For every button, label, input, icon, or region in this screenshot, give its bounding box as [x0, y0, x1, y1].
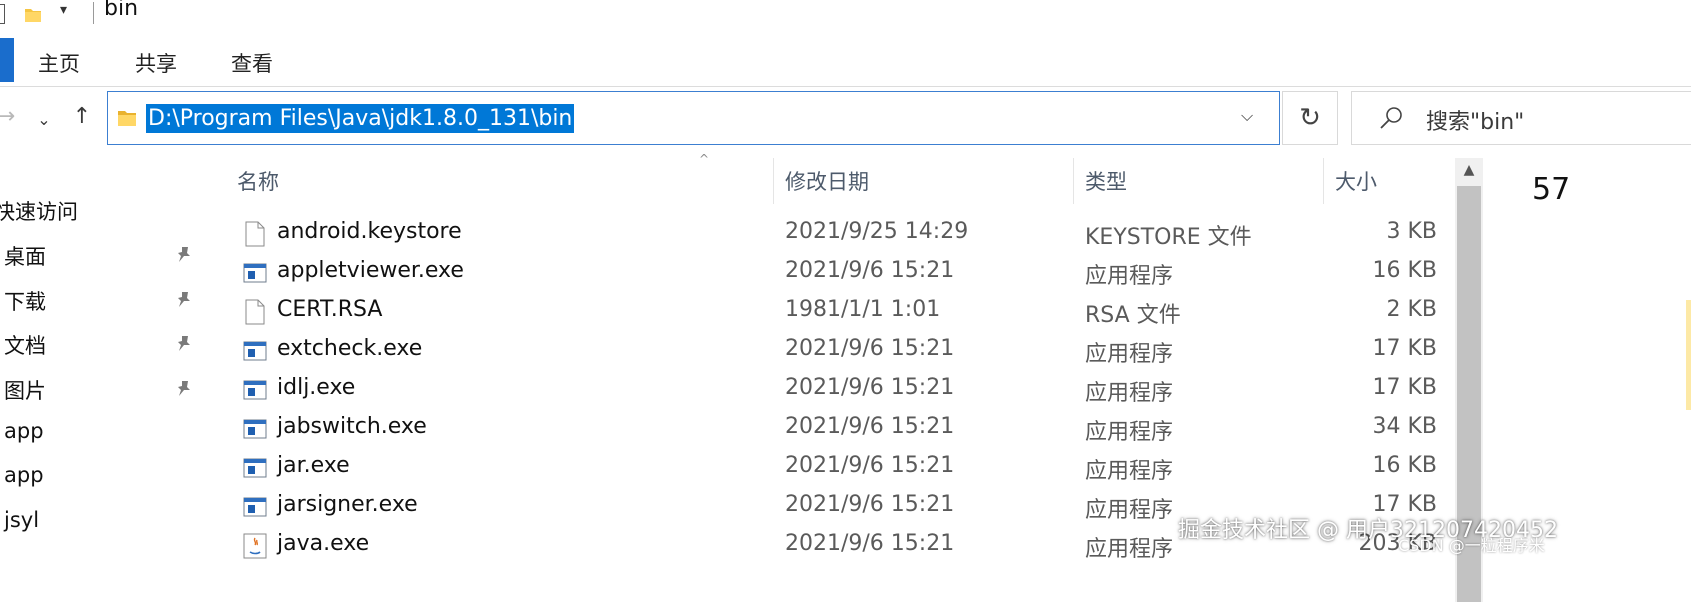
quick-access-folder-icon[interactable] [24, 6, 42, 24]
file-type: RSA 文件 [1085, 303, 1181, 328]
file-type: 应用程序 [1085, 498, 1174, 523]
file-row[interactable]: idlj.exe 2021/9/6 15:21 应用程序 17 KB [205, 371, 1455, 410]
file-name: idlj.exe [277, 375, 356, 400]
search-box[interactable]: 搜索"bin" [1351, 91, 1691, 145]
file-row[interactable]: jar.exe 2021/9/6 15:21 应用程序 16 KB [205, 449, 1455, 488]
blank-file-icon [243, 221, 267, 247]
file-size: 2 KB [1386, 297, 1437, 322]
file-row[interactable]: appletviewer.exe 2021/9/6 15:21 应用程序 16 KB [205, 254, 1455, 293]
nav-desktop[interactable]: 桌面 [4, 241, 46, 271]
exe-icon [243, 338, 267, 364]
column-divider[interactable] [773, 158, 774, 204]
file-type: 应用程序 [1085, 459, 1174, 484]
exe-icon [243, 494, 267, 520]
file-row[interactable]: extcheck.exe 2021/9/6 15:21 应用程序 17 KB [205, 332, 1455, 371]
file-date: 1981/1/1 1:01 [785, 297, 941, 322]
pin-icon[interactable] [175, 245, 193, 263]
file-name: jar.exe [277, 453, 350, 478]
recent-locations-chevron-icon[interactable]: ⌄ [30, 110, 58, 140]
nav-app-2[interactable]: app [4, 463, 44, 487]
column-header-name[interactable]: 名称 [237, 166, 279, 196]
file-size: 16 KB [1372, 258, 1437, 283]
exe-icon [243, 455, 267, 481]
refresh-button[interactable]: ↻ [1282, 91, 1338, 145]
file-type: 应用程序 [1085, 381, 1174, 406]
tab-file[interactable] [0, 38, 14, 82]
file-name: appletviewer.exe [277, 258, 464, 283]
column-divider[interactable] [1073, 158, 1074, 204]
file-type: KEYSTORE 文件 [1085, 225, 1252, 250]
java-icon [243, 533, 267, 559]
column-headers: ^ 名称 修改日期 类型 大小 [205, 152, 1455, 204]
file-name: CERT.RSA [277, 297, 383, 322]
ribbon-divider [0, 86, 1691, 87]
scroll-up-icon[interactable]: ▲ [1455, 162, 1483, 178]
ribbon-tabs: 主页 共享 查看 [0, 34, 1691, 86]
file-name: jabswitch.exe [277, 414, 427, 439]
file-size: 17 KB [1372, 375, 1437, 400]
address-bar[interactable]: D:\Program Files\Java\jdk1.8.0_131\bin ⌵ [107, 91, 1280, 145]
file-type: 应用程序 [1085, 537, 1174, 562]
title-separator [93, 2, 94, 24]
file-date: 2021/9/6 15:21 [785, 492, 955, 517]
file-size: 16 KB [1372, 453, 1437, 478]
nav-jsyl[interactable]: jsyl [4, 508, 39, 532]
file-type: 应用程序 [1085, 342, 1174, 367]
file-size: 17 KB [1372, 336, 1437, 361]
nav-quick-access[interactable]: 快速访问 [0, 196, 78, 226]
exe-icon [243, 260, 267, 286]
file-date: 2021/9/6 15:21 [785, 453, 955, 478]
file-date: 2021/9/6 15:21 [785, 375, 955, 400]
tab-view[interactable]: 查看 [231, 48, 273, 78]
address-dropdown-icon[interactable]: ⌵ [1241, 106, 1253, 126]
address-path[interactable]: D:\Program Files\Java\jdk1.8.0_131\bin [146, 104, 575, 133]
file-type: 应用程序 [1085, 264, 1174, 289]
search-icon [1380, 107, 1402, 129]
file-size: 34 KB [1372, 414, 1437, 439]
nav-app-1[interactable]: app [4, 419, 44, 443]
file-row[interactable]: android.keystore 2021/9/25 14:29 KEYSTORE … [205, 215, 1455, 254]
watermark-sub: CSDN @一粒程序米 [1398, 536, 1545, 555]
details-preview-edge [1686, 300, 1691, 410]
file-type: 应用程序 [1085, 420, 1174, 445]
quick-access-dropdown-icon[interactable]: ▾ [60, 2, 67, 18]
blank-file-icon [243, 299, 267, 325]
column-header-size[interactable]: 大小 [1335, 166, 1377, 196]
title-bar: ▾ bin [0, 0, 1691, 34]
file-date: 2021/9/25 14:29 [785, 219, 969, 244]
file-date: 2021/9/6 15:21 [785, 258, 955, 283]
file-date: 2021/9/6 15:21 [785, 336, 955, 361]
nav-documents[interactable]: 文档 [4, 330, 46, 360]
navigation-pane: 快速访问 桌面 下载 文档 图片 app app jsyl [0, 158, 205, 602]
column-header-type[interactable]: 类型 [1085, 166, 1127, 196]
pin-icon[interactable] [175, 334, 193, 352]
column-divider[interactable] [1323, 158, 1324, 204]
file-row[interactable]: jabswitch.exe 2021/9/6 15:21 应用程序 34 KB [205, 410, 1455, 449]
exe-icon [243, 416, 267, 442]
file-name: jarsigner.exe [277, 492, 418, 517]
folder-icon [118, 111, 136, 126]
file-name: extcheck.exe [277, 336, 423, 361]
pin-icon[interactable] [175, 379, 193, 397]
details-item-count: 57 [1532, 172, 1571, 207]
window-title: bin [104, 0, 139, 21]
column-header-date[interactable]: 修改日期 [785, 166, 869, 196]
quick-access-properties-icon[interactable] [0, 4, 5, 24]
up-button[interactable]: ↑ [68, 104, 96, 134]
pin-icon[interactable] [175, 290, 193, 308]
nav-pictures[interactable]: 图片 [4, 375, 46, 405]
sort-up-icon: ^ [699, 152, 710, 166]
nav-downloads[interactable]: 下载 [4, 286, 46, 316]
file-row[interactable]: CERT.RSA 1981/1/1 1:01 RSA 文件 2 KB [205, 293, 1455, 332]
exe-icon [243, 377, 267, 403]
file-date: 2021/9/6 15:21 [785, 531, 955, 556]
file-size: 3 KB [1386, 219, 1437, 244]
file-name: java.exe [277, 531, 370, 556]
file-name: android.keystore [277, 219, 462, 244]
tab-home[interactable]: 主页 [38, 48, 80, 78]
tab-share[interactable]: 共享 [135, 48, 177, 78]
file-date: 2021/9/6 15:21 [785, 414, 955, 439]
forward-button[interactable]: → [0, 104, 20, 134]
search-input[interactable]: 搜索"bin" [1426, 104, 1524, 136]
